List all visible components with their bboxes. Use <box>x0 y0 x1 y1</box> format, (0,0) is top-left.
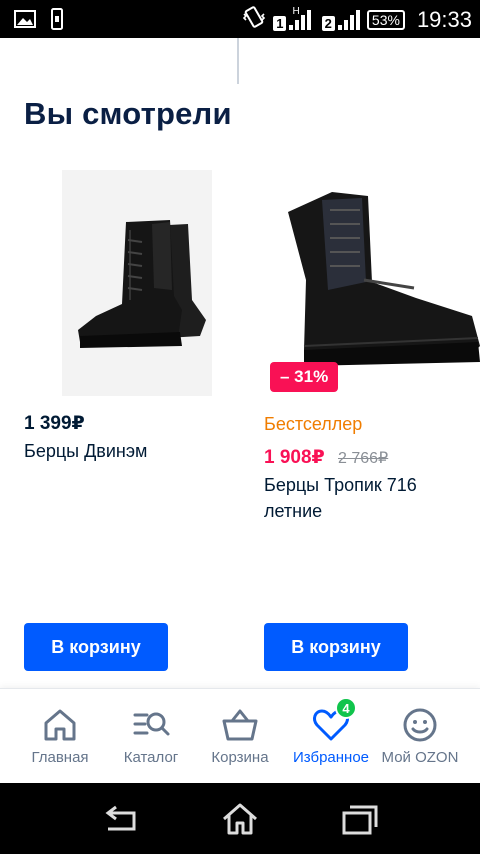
heart-icon: 4 <box>311 697 357 745</box>
product-card[interactable]: 1 399₽ Берцы Двинэм В корзину <box>24 170 240 690</box>
catalog-search-icon <box>131 705 171 745</box>
basket-icon <box>220 705 260 745</box>
home-icon <box>40 705 80 745</box>
home-system-icon[interactable] <box>220 801 260 837</box>
product-image[interactable] <box>62 170 212 396</box>
bestseller-label: Бестселлер <box>264 414 363 434</box>
sim2-label: 2 <box>321 15 335 31</box>
gallery-notification-icon <box>14 10 36 33</box>
nav-label: Каталог <box>123 749 179 766</box>
nav-label: Избранное <box>292 749 370 766</box>
nav-label: Мой OZON <box>381 749 459 766</box>
sim2-signal: 2 <box>321 9 361 31</box>
bottom-navigation: Главная Каталог Корзина 4 Избранное Мой … <box>0 688 480 783</box>
product-card[interactable]: – 31% Бестселлер 1 908₽ 2 766₽ Берцы Тро… <box>264 170 480 690</box>
back-icon[interactable] <box>100 801 140 837</box>
add-to-cart-button[interactable]: В корзину <box>24 623 168 671</box>
vertical-divider <box>237 38 239 84</box>
phone-notification-icon <box>50 8 64 35</box>
product-price: 1 908₽ <box>264 447 325 468</box>
nav-cart[interactable]: Корзина <box>192 705 288 775</box>
boot-image <box>62 170 212 396</box>
system-navigation-bar <box>0 783 480 854</box>
recent-apps-icon[interactable] <box>340 801 380 837</box>
old-price: 2 766₽ <box>338 450 389 467</box>
nav-favorites[interactable]: 4 Избранное <box>283 697 379 775</box>
previous-section-remnant <box>0 38 480 84</box>
product-name[interactable]: Берцы Двинэм <box>24 438 224 464</box>
signal-bars-icon <box>337 9 360 30</box>
sim1-label: 1 <box>273 15 287 31</box>
vibrate-icon <box>241 5 267 34</box>
status-bar: 1 H 2 53% 19:33 <box>0 0 480 38</box>
nav-label: Главная <box>31 749 89 766</box>
product-name[interactable]: Берцы Тропик 716 летние <box>264 472 464 524</box>
add-to-cart-button[interactable]: В корзину <box>264 623 408 671</box>
nav-catalog[interactable]: Каталог <box>103 705 199 775</box>
smile-icon <box>400 705 440 745</box>
clock: 19:33 <box>416 6 472 32</box>
network-type: H <box>292 6 300 17</box>
section-title: Вы смотрели <box>24 96 232 131</box>
screen: 1 H 2 53% 19:33 Вы смотрели 1 399₽ Берцы… <box>0 0 480 854</box>
favorites-count-badge: 4 <box>335 697 357 719</box>
nav-label: Корзина <box>211 749 269 766</box>
discount-badge: – 31% <box>270 362 339 392</box>
nav-home[interactable]: Главная <box>12 705 108 775</box>
battery-indicator: 53% <box>366 9 405 30</box>
nav-my-ozon[interactable]: Мой OZON <box>372 705 468 775</box>
product-price: 1 399₽ <box>24 413 85 434</box>
